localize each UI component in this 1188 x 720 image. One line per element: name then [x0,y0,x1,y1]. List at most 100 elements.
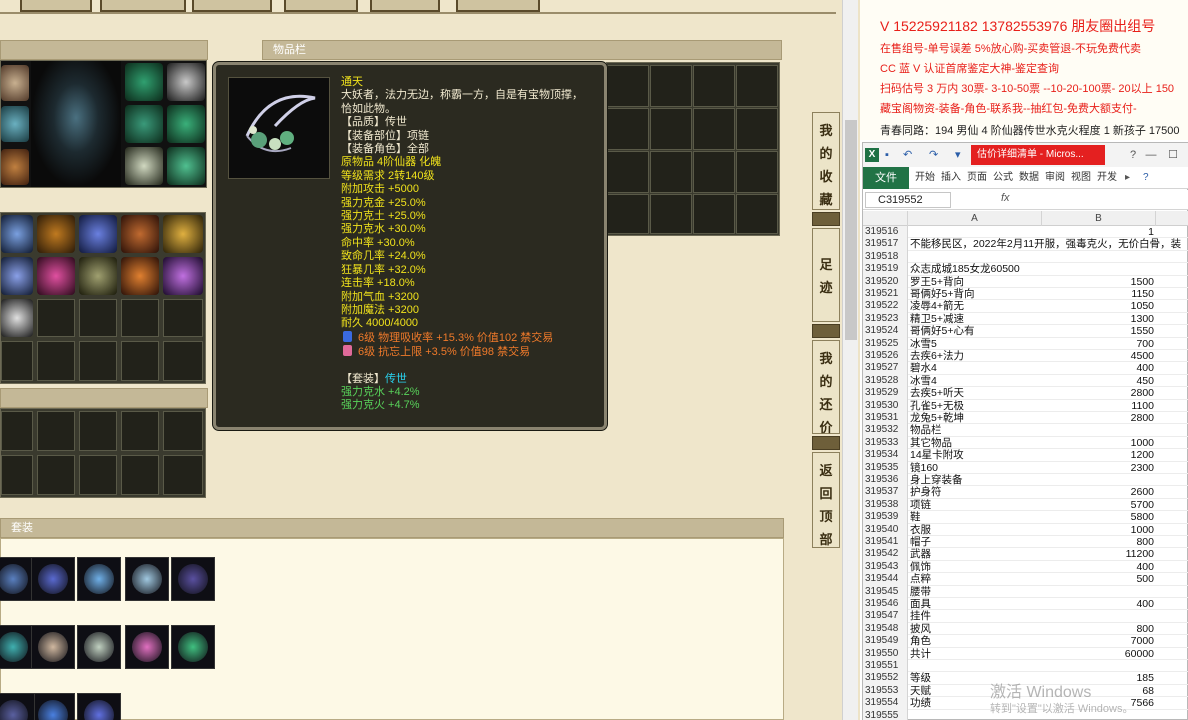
cell-b[interactable]: 5800 [1044,511,1158,523]
cell-b[interactable]: 1050 [1044,300,1158,312]
suit-item[interactable] [171,557,215,601]
top-tab[interactable] [370,0,440,12]
sheet-row[interactable]: 319519 众志成城185女龙60500 [863,263,1188,276]
sheet-row[interactable]: 319536 身上穿装备 [863,474,1188,487]
top-tab[interactable] [20,0,92,12]
cell-b[interactable]: 60000 [1044,648,1158,660]
cell-b[interactable]: 400 [1044,561,1158,573]
top-tab[interactable] [192,0,272,12]
cell-b[interactable]: 700 [1044,338,1158,350]
row-number[interactable]: 319537 [863,486,908,499]
maximize-icon[interactable]: ☐ [1165,147,1181,163]
sheet-row[interactable]: 319528 冰雪4 450 [863,374,1188,388]
inventory-cell[interactable] [736,108,778,150]
cell-a[interactable]: 武器 [910,548,1044,560]
cell-b[interactable]: 450 [1044,375,1158,387]
inventory-cell[interactable] [607,108,649,150]
cell-a[interactable]: 项链 [910,499,1044,511]
cell-a[interactable]: 冰雪4 [910,375,1044,387]
minimize-icon[interactable]: — [1143,147,1159,163]
row-number[interactable]: 319516 [863,226,908,239]
bag-item[interactable] [121,257,159,295]
cell-b[interactable]: 1500 [1044,276,1158,288]
suit-item[interactable] [0,693,35,720]
row-number[interactable]: 319532 [863,424,908,437]
cell-a[interactable]: 众志成城185女龙60500 [910,263,1044,275]
row-number[interactable]: 319535 [863,461,908,474]
cell-a[interactable]: 哥俩好5+背向 [910,288,1044,300]
row-number[interactable]: 319529 [863,387,908,400]
ribbon-tab[interactable]: 公式 [993,167,1013,189]
cell-b[interactable]: 1550 [1044,325,1158,337]
inventory-cell[interactable] [693,151,735,193]
equip-slot-item[interactable] [167,63,205,101]
storage-cell[interactable] [79,411,117,451]
row-number[interactable]: 319545 [863,585,908,598]
storage-cell[interactable] [1,411,33,451]
bag-empty-cell[interactable] [79,341,117,381]
cell-a[interactable]: 哥俩好5+心有 [910,325,1044,337]
row-number[interactable]: 319553 [863,684,908,698]
bag-item[interactable] [1,299,33,337]
sheet-row[interactable]: 319542 武器 11200 [863,548,1188,561]
cell-b[interactable]: 1150 [1044,288,1158,300]
cell-b[interactable]: 1000 [1044,437,1158,449]
sheet-row[interactable]: 319520 罗王5+背向 1500 [863,275,1188,288]
row-number[interactable]: 319550 [863,647,908,660]
row-number[interactable]: 319533 [863,436,908,450]
sheet-row[interactable]: 319546 面具 400 [863,598,1188,611]
cell-b[interactable]: 400 [1044,598,1158,610]
bag-empty-cell[interactable] [121,341,159,381]
suit-item[interactable] [77,557,121,601]
sheet-row[interactable]: 319539 鞋 5800 [863,511,1188,524]
cell-a[interactable]: 去疾5+听天 [910,387,1044,399]
bag-empty-cell[interactable] [163,299,203,337]
cell-b[interactable]: 800 [1044,536,1158,548]
top-tab[interactable] [456,0,540,12]
row-number[interactable]: 319518 [863,250,908,264]
row-number[interactable]: 319549 [863,635,908,648]
sheet-row[interactable]: 319535 镜160 2300 [863,461,1188,474]
row-number[interactable]: 319523 [863,312,908,326]
suit-item[interactable] [171,625,215,669]
bag-item[interactable] [163,257,203,295]
row-number[interactable]: 319539 [863,511,908,524]
row-number[interactable]: 319544 [863,573,908,586]
row-number[interactable]: 319547 [863,610,908,623]
ribbon-tab[interactable]: 视图 [1071,167,1091,189]
inventory-cell[interactable] [693,194,735,234]
sheet-row[interactable]: 319533 其它物品 1000 [863,436,1188,450]
sheet-row[interactable]: 319541 帽子 800 [863,536,1188,549]
equip-slot-item[interactable] [125,63,163,101]
inventory-cell[interactable] [607,151,649,193]
cell-b[interactable]: 800 [1044,623,1158,635]
sheet-row[interactable]: 319534 14星卡附攻 1200 [863,449,1188,462]
sheet-row[interactable]: 319517 不能移民区，2022年2月11开服，强毒克火，无价白骨，装 [863,238,1188,251]
cell-b[interactable]: 1200 [1044,449,1158,461]
equip-slot-item[interactable] [1,65,29,101]
row-number[interactable]: 319542 [863,548,908,561]
suit-item[interactable] [31,557,75,601]
redo-icon[interactable]: ↷ [929,149,941,161]
ribbon-scroll-icon[interactable]: ▸ [1125,167,1130,189]
sheet-row[interactable]: 319524 哥俩好5+心有 1550 [863,325,1188,338]
ribbon-tab[interactable]: 数据 [1019,167,1039,189]
sheet-row[interactable]: 319516 1 [863,226,1188,239]
cell-a[interactable]: 披风 [910,623,1044,635]
undo-icon[interactable]: ↶ [903,149,915,161]
row-number[interactable]: 319543 [863,560,908,574]
equip-slot-item[interactable] [167,105,205,143]
row-number[interactable]: 319548 [863,622,908,636]
cell-a[interactable]: 不能移民区，2022年2月11开服，强毒克火，无价白骨，装 [910,238,1181,250]
suit-item[interactable] [0,557,35,601]
cell-a[interactable]: 冰雪5 [910,338,1044,350]
sheet-row[interactable]: 319548 披风 800 [863,622,1188,636]
cell-a[interactable]: 镜160 [910,462,1044,474]
bag-item[interactable] [37,257,75,295]
equip-slot-item[interactable] [1,149,29,185]
bag-item[interactable] [1,257,33,295]
save-icon[interactable]: ▪ [885,149,897,161]
row-number[interactable]: 319531 [863,412,908,425]
cell-a[interactable]: 身上穿装备 [910,474,1044,486]
ribbon-tab[interactable]: 审阅 [1045,167,1065,189]
